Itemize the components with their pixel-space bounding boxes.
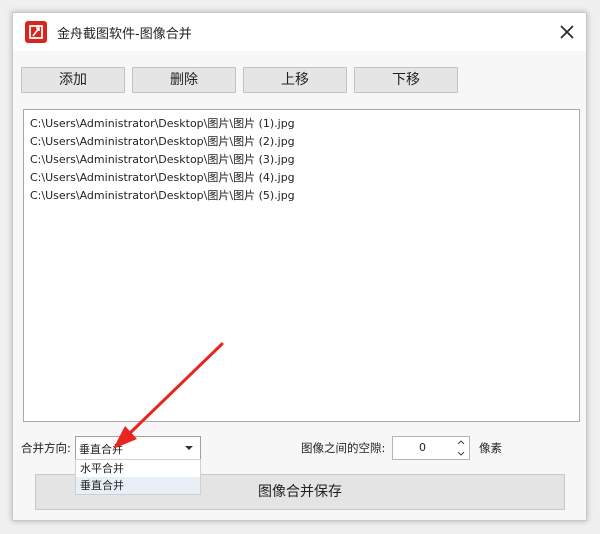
gap-value: 0 [419,441,426,454]
window-title: 金舟截图软件-图像合并 [57,27,192,42]
gap-label: 图像之间的空隙: [301,441,386,455]
list-item[interactable]: C:\Users\Administrator\Desktop\图片\图片 (4)… [30,169,295,185]
move-down-button[interactable]: 下移 [354,67,458,93]
add-button[interactable]: 添加 [21,67,125,93]
merge-direction-value: 垂直合并 [79,443,123,456]
option-horizontal-merge[interactable]: 水平合并 [76,460,200,477]
file-list[interactable]: C:\Users\Administrator\Desktop\图片\图片 (1)… [23,109,580,422]
move-up-button[interactable]: 上移 [243,67,347,93]
list-item[interactable]: C:\Users\Administrator\Desktop\图片\图片 (2)… [30,133,295,149]
app-logo-icon [25,21,47,43]
merge-direction-label: 合并方向: [21,441,71,455]
close-icon[interactable] [554,19,580,45]
list-item[interactable]: C:\Users\Administrator\Desktop\图片\图片 (5)… [30,187,295,203]
option-vertical-merge[interactable]: 垂直合并 [76,477,200,494]
merge-window: 金舟截图软件-图像合并 添加 删除 上移 下移 C:\Users\Adminis… [12,12,587,521]
delete-button[interactable]: 删除 [132,67,236,93]
gap-unit-label: 像素 [479,441,502,455]
chevron-down-icon[interactable] [178,437,200,459]
merge-direction-dropdown: 水平合并 垂直合并 [75,459,201,495]
spin-down-icon[interactable] [453,448,469,459]
merge-direction-select[interactable]: 垂直合并 [75,436,201,460]
list-item[interactable]: C:\Users\Administrator\Desktop\图片\图片 (3)… [30,151,295,167]
list-item[interactable]: C:\Users\Administrator\Desktop\图片\图片 (1)… [30,115,295,131]
spin-up-icon[interactable] [453,437,469,448]
title-bar: 金舟截图软件-图像合并 [13,13,586,51]
gap-spinbox[interactable]: 0 [392,436,470,460]
